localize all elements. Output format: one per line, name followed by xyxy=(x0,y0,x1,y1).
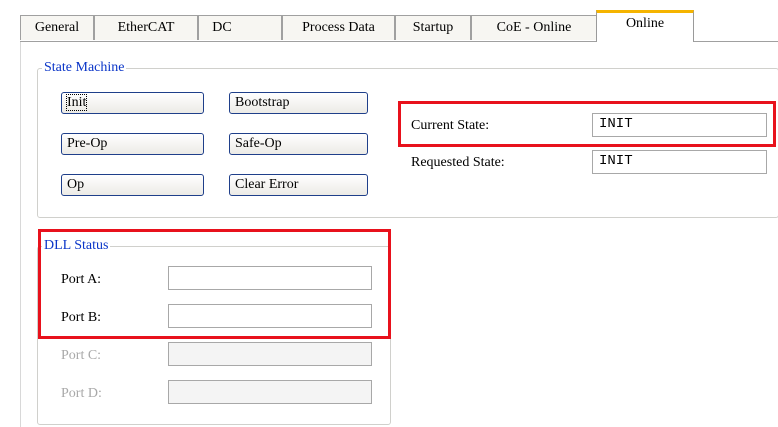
bootstrap-button[interactable]: Bootstrap xyxy=(229,92,368,114)
pre-op-button[interactable]: Pre-Op xyxy=(61,133,204,155)
tab-label: DC xyxy=(212,20,232,35)
requested-state-field: INIT xyxy=(592,150,767,174)
state-machine-title: State Machine xyxy=(44,60,125,75)
safe-op-button[interactable]: Safe-Op xyxy=(229,133,368,155)
pre-op-button-label: Pre-Op xyxy=(67,136,108,151)
tab-online[interactable]: Online xyxy=(596,10,694,42)
bootstrap-button-label: Bootstrap xyxy=(235,95,290,110)
tab-strip: General EtherCAT DC Process Data Startup… xyxy=(20,10,778,42)
current-state-label: Current State: xyxy=(411,118,490,133)
tab-dc[interactable]: DC xyxy=(198,15,282,40)
tab-ethercat[interactable]: EtherCAT xyxy=(94,15,198,40)
tab-process-data[interactable]: Process Data xyxy=(282,15,395,40)
tab-label: EtherCAT xyxy=(117,20,175,35)
port-d-label: Port D: xyxy=(61,386,102,401)
port-c-label: Port C: xyxy=(61,348,102,363)
op-button-label: Op xyxy=(67,177,85,192)
tab-label: CoE - Online xyxy=(496,20,572,35)
tab-general[interactable]: General xyxy=(20,15,94,40)
safe-op-button-label: Safe-Op xyxy=(235,136,282,151)
port-d-field xyxy=(168,380,372,404)
op-button[interactable]: Op xyxy=(61,174,204,196)
current-state-field: INIT xyxy=(592,113,767,137)
port-a-label: Port A: xyxy=(61,272,102,287)
init-button[interactable]: Init xyxy=(61,92,204,114)
tab-label: General xyxy=(34,20,80,35)
tab-label: Startup xyxy=(412,20,454,35)
requested-state-label: Requested State: xyxy=(411,155,505,170)
clear-error-button-label: Clear Error xyxy=(235,177,299,192)
dll-status-title: DLL Status xyxy=(44,238,109,253)
tab-label: Online xyxy=(625,16,665,31)
init-button-label: Init xyxy=(65,94,88,111)
tab-label: Process Data xyxy=(302,20,375,35)
port-b-field xyxy=(168,304,372,328)
tab-startup[interactable]: Startup xyxy=(395,15,471,40)
clear-error-button[interactable]: Clear Error xyxy=(229,174,368,196)
port-b-label: Port B: xyxy=(61,310,102,325)
tab-coe-online[interactable]: CoE - Online xyxy=(471,15,597,40)
port-a-field xyxy=(168,266,372,290)
port-c-field xyxy=(168,342,372,366)
